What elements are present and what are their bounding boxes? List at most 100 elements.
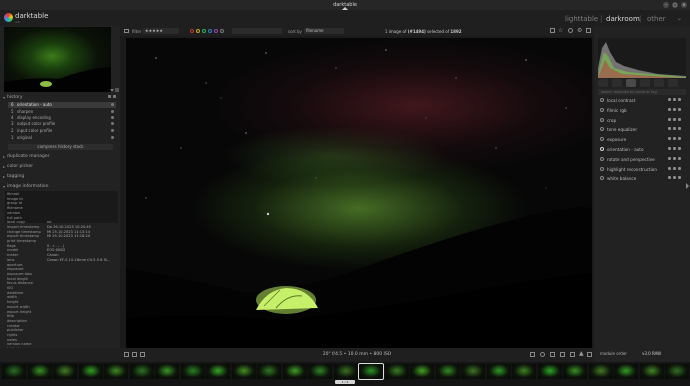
module-power-icon[interactable] [600,137,604,142]
module-power-icon[interactable] [600,98,604,102]
module-presets-icon[interactable] [678,127,681,131]
star-rating-filter[interactable]: ★★★★★ [143,28,179,34]
module-power-icon[interactable] [600,127,604,132]
filmstrip-thumbnail[interactable] [333,364,358,379]
module-multi-instance-icon[interactable] [668,156,671,160]
module-group-tone-icon[interactable] [640,79,650,87]
minimize-button[interactable]: – [663,2,669,8]
histogram[interactable] [598,38,686,78]
module-multi-instance-icon[interactable] [668,98,671,101]
tagging-header[interactable]: tagging [7,174,24,179]
module-row[interactable]: highlight reconstruction [598,165,686,174]
color-label-yellow[interactable] [196,29,200,33]
module-reset-icon[interactable] [673,137,676,141]
history-item[interactable]: 6 orientation - auto [8,102,116,108]
filmstrip-thumbnail[interactable] [537,364,562,379]
filmstrip-thumbnail[interactable] [231,364,256,379]
module-row[interactable]: filmic rgb [598,106,686,115]
module-presets-icon[interactable] [678,166,681,170]
thumbnail-expand-icon[interactable] [110,89,114,92]
right-panel-collapse-icon[interactable] [686,183,689,189]
module-presets-icon[interactable] [678,117,681,121]
module-presets-icon[interactable] [678,156,681,160]
filmstrip-thumbnail[interactable] [486,364,511,379]
color-picker-header[interactable]: color picker [7,164,33,169]
duplicate-manager-header[interactable]: duplicate manager [7,154,50,159]
filmstrip-thumbnail[interactable] [358,363,384,380]
module-reset-icon[interactable] [673,98,676,101]
filmstrip-thumbnail[interactable] [588,364,613,379]
color-label-none[interactable] [220,29,224,33]
module-search-input[interactable]: search modules by name or tag [598,89,686,95]
module-reset-icon[interactable] [673,166,676,170]
history-presets-icon[interactable] [113,95,116,98]
module-reset-icon[interactable] [673,156,676,160]
module-power-icon[interactable] [600,166,604,171]
filmstrip-scroll-indicator[interactable]: 1 / 4 [335,380,355,384]
filter-icon[interactable] [124,29,129,33]
image-information-collapse-icon[interactable]: ▾ [3,184,5,189]
module-group-favorites-icon[interactable] [612,79,622,87]
history-title[interactable]: history [7,95,22,100]
module-row[interactable]: orientation - auto [598,145,686,154]
module-reset-icon[interactable] [673,176,676,180]
view-darkroom[interactable]: darkroom [606,15,640,23]
history-item[interactable]: 3 output color profile [8,121,116,127]
module-presets-icon[interactable] [678,107,681,111]
navigation-thumbnail[interactable] [4,27,111,92]
view-other[interactable]: other [647,15,666,23]
filmstrip-thumbnail[interactable] [282,364,307,379]
color-picker-expand-icon[interactable]: ▸ [3,164,5,169]
module-reset-icon[interactable] [673,127,676,131]
module-reset-icon[interactable] [673,117,676,121]
filmstrip-thumbnail[interactable] [257,364,281,379]
module-group-active-icon[interactable] [598,79,608,87]
module-multi-instance-icon[interactable] [668,127,671,131]
filmstrip-thumbnail[interactable] [435,364,460,379]
sort-dropdown[interactable]: filename [304,28,344,34]
filmstrip-thumbnail[interactable] [104,364,128,379]
filmstrip-thumbnail[interactable] [78,364,103,379]
filmstrip-thumbnail[interactable] [384,364,409,379]
thumbnail-zoom-icon[interactable] [115,88,119,92]
filmstrip-thumbnail[interactable] [461,364,485,379]
main-image-canvas[interactable] [126,38,592,348]
color-label-green[interactable] [202,29,206,33]
module-reset-icon[interactable] [673,147,676,150]
filmstrip-thumbnail[interactable] [53,364,77,379]
module-presets-icon[interactable] [678,176,681,180]
filmstrip-thumbnail[interactable] [155,364,179,379]
module-multi-instance-icon[interactable] [668,107,671,111]
maximize-button[interactable]: □ [672,2,678,8]
filmstrip-thumbnail[interactable] [563,364,587,379]
view-lighttable[interactable]: lighttable [565,15,598,23]
module-group-base-icon[interactable] [626,79,636,87]
module-row[interactable]: crop [598,116,686,125]
text-search-input[interactable] [232,28,282,34]
module-presets-icon[interactable] [678,137,681,141]
view-chevron-down-icon[interactable]: ⌄ [677,15,682,22]
preferences-gear-icon[interactable]: ⚙ [577,27,582,34]
module-row[interactable]: local contrast [598,96,686,105]
module-multi-instance-icon[interactable] [668,147,671,150]
grouping-icon[interactable] [550,28,555,33]
tagging-expand-icon[interactable]: ▸ [3,174,5,179]
history-collapse-icon[interactable]: ▾ [3,95,5,100]
module-row[interactable]: exposure [598,135,686,144]
module-presets-icon[interactable] [678,147,681,150]
module-power-icon[interactable] [600,156,604,161]
module-multi-instance-icon[interactable] [668,117,671,121]
history-item[interactable]: 1 original [8,135,116,141]
filmstrip-thumbnail[interactable] [665,364,689,379]
module-row[interactable]: tone equalizer [598,125,686,134]
filmstrip-thumbnail[interactable] [410,364,434,379]
filmstrip-thumbnail[interactable] [308,364,332,379]
module-row[interactable]: rotate and perspective [598,155,686,164]
image-information-header[interactable]: image information [7,184,48,189]
module-power-icon[interactable] [600,107,604,112]
filmstrip-thumbnail[interactable] [180,364,205,379]
filmstrip-thumbnail[interactable] [27,364,52,379]
module-row[interactable]: white balance [598,174,686,183]
filmstrip-thumbnail[interactable] [2,364,26,379]
module-group-color-icon[interactable] [654,79,664,87]
